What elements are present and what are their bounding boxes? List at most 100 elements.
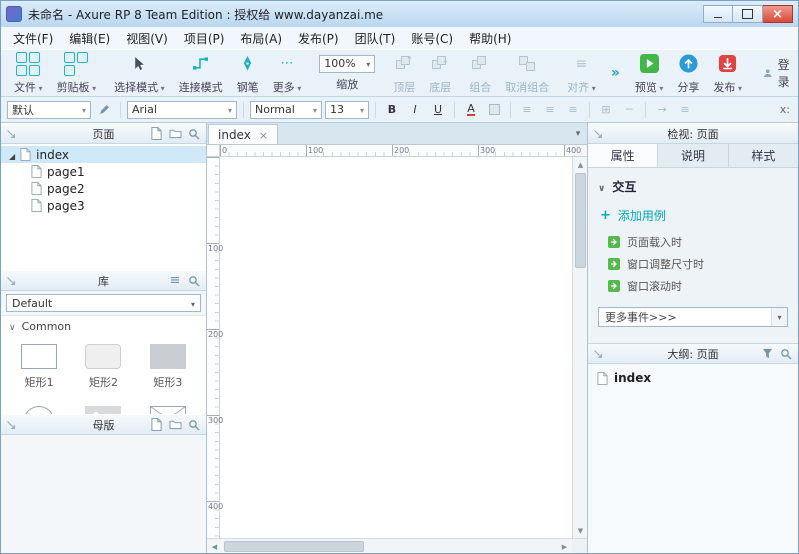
- library-shape-placeholder[interactable]: [136, 400, 200, 414]
- print-icon[interactable]: [29, 65, 40, 76]
- shape-label: 矩形1: [25, 374, 54, 390]
- library-shape-rect2[interactable]: 矩形2: [71, 338, 135, 400]
- panel-collapse-icon[interactable]: [593, 129, 603, 139]
- add-case-link[interactable]: 添加用例: [600, 207, 788, 224]
- horizontal-scrollbar[interactable]: [207, 539, 572, 553]
- add-master-icon[interactable]: [149, 418, 163, 432]
- open-file-icon[interactable]: [29, 52, 40, 63]
- tab-close-icon[interactable]: [259, 128, 268, 142]
- scroll-right-icon[interactable]: [557, 539, 572, 554]
- library-shape-image[interactable]: [71, 400, 135, 414]
- library-shape-rect3[interactable]: 矩形3: [136, 338, 200, 400]
- add-folder-icon[interactable]: [168, 418, 182, 432]
- paste-icon[interactable]: [64, 52, 75, 63]
- page-tree-item-index[interactable]: index: [1, 146, 206, 163]
- add-folder-icon[interactable]: [168, 127, 182, 141]
- menu-team[interactable]: 团队(T): [347, 28, 404, 49]
- pen-tool-button[interactable]: 钢笔: [230, 50, 266, 96]
- style-preset-select[interactable]: 默认: [7, 101, 91, 119]
- scroll-left-icon[interactable]: [207, 539, 222, 554]
- fill-color-button[interactable]: [484, 101, 504, 119]
- panel-collapse-icon[interactable]: [593, 349, 603, 359]
- ungroup-label: 取消组合: [505, 79, 549, 95]
- page-tree-item-page1[interactable]: page1: [1, 163, 206, 180]
- event-label: 窗口调整尺寸时: [627, 256, 704, 272]
- library-shape-ellipse[interactable]: [7, 400, 71, 414]
- scroll-down-icon[interactable]: [573, 523, 588, 538]
- vertical-scrollbar[interactable]: [572, 157, 587, 538]
- font-family-select[interactable]: Arial: [127, 101, 237, 119]
- shape-label: 矩形2: [89, 374, 118, 390]
- share-upload-icon: [679, 54, 698, 73]
- font-color-button[interactable]: A: [461, 101, 481, 119]
- underline-button[interactable]: U: [428, 101, 448, 119]
- maximize-button[interactable]: [733, 5, 763, 23]
- library-menu-icon[interactable]: [168, 274, 182, 288]
- toolbar-expand-button[interactable]: [603, 65, 628, 81]
- search-icon[interactable]: [779, 347, 793, 361]
- search-icon[interactable]: [187, 274, 201, 288]
- tab-style[interactable]: 样式: [729, 144, 798, 167]
- font-weight-select[interactable]: Normal: [250, 101, 322, 119]
- minimize-button[interactable]: [703, 5, 733, 23]
- add-page-icon[interactable]: [149, 127, 163, 141]
- menu-file[interactable]: 文件(F): [5, 28, 61, 49]
- login-button[interactable]: 登录: [753, 50, 799, 96]
- shape-label: 矩形3: [153, 374, 182, 390]
- share-button[interactable]: 分享: [670, 50, 706, 96]
- save-file-icon[interactable]: [16, 65, 27, 76]
- menu-arrange[interactable]: 布局(A): [232, 28, 290, 49]
- font-size-select[interactable]: 13: [325, 101, 369, 119]
- design-canvas[interactable]: [220, 157, 572, 538]
- interaction-section-header[interactable]: 交互: [598, 178, 788, 195]
- filter-funnel-icon[interactable]: [760, 347, 774, 361]
- search-icon[interactable]: [187, 418, 201, 432]
- menu-view[interactable]: 视图(V): [118, 28, 176, 49]
- page-tree-item-page3[interactable]: page3: [1, 197, 206, 214]
- panel-collapse-icon[interactable]: [6, 420, 16, 430]
- library-shape-rect1[interactable]: 矩形1: [7, 338, 71, 400]
- menu-publish[interactable]: 发布(P): [290, 28, 347, 49]
- event-window-scroll[interactable]: 窗口滚动时: [608, 278, 788, 294]
- more-tools-button[interactable]: ⋯ 更多: [266, 50, 309, 96]
- scrollbar-thumb[interactable]: [224, 541, 364, 552]
- tab-overflow-button[interactable]: [569, 123, 587, 144]
- connect-mode-button[interactable]: 连接模式: [172, 50, 230, 96]
- menu-edit[interactable]: 编辑(E): [61, 28, 118, 49]
- italic-button[interactable]: I: [405, 101, 425, 119]
- scroll-up-icon[interactable]: [573, 157, 588, 172]
- edit-style-button[interactable]: [94, 101, 114, 119]
- select-mode-button[interactable]: 选择模式: [107, 50, 172, 96]
- event-window-resize[interactable]: 窗口调整尺寸时: [608, 256, 788, 272]
- scrollbar-thumb[interactable]: [575, 173, 586, 268]
- menu-project[interactable]: 项目(P): [176, 28, 233, 49]
- library-select[interactable]: Default: [6, 294, 201, 312]
- bold-button[interactable]: B: [382, 101, 402, 119]
- new-file-icon[interactable]: [16, 52, 27, 63]
- close-button[interactable]: [763, 5, 793, 23]
- panel-collapse-icon[interactable]: [6, 276, 16, 286]
- tab-index[interactable]: index: [208, 124, 278, 144]
- clipboard-tools-group[interactable]: 剪贴板: [50, 50, 104, 96]
- file-tools-group[interactable]: 文件: [7, 50, 50, 96]
- publish-button[interactable]: 发布: [706, 50, 749, 96]
- library-section-header[interactable]: Common: [1, 316, 206, 336]
- chevron-down-icon: [771, 308, 787, 326]
- expand-arrow-icon[interactable]: [9, 148, 15, 162]
- more-events-dropdown[interactable]: 更多事件>>>: [598, 307, 788, 327]
- menu-help[interactable]: 帮助(H): [461, 28, 519, 49]
- panel-collapse-icon[interactable]: [6, 129, 16, 139]
- canvas-tabbar: index: [207, 123, 587, 145]
- search-icon[interactable]: [187, 127, 201, 141]
- tab-notes[interactable]: 说明: [658, 144, 728, 167]
- zoom-select[interactable]: 100%: [319, 55, 375, 73]
- menu-account[interactable]: 账号(C): [403, 28, 461, 49]
- page-tree-item-page2[interactable]: page2: [1, 180, 206, 197]
- x-coordinate-label: x:: [780, 103, 792, 116]
- tab-properties[interactable]: 属性: [588, 144, 658, 167]
- event-page-load[interactable]: 页面载入时: [608, 234, 788, 250]
- preview-button[interactable]: 预览: [628, 50, 671, 96]
- copy-icon[interactable]: [64, 65, 75, 76]
- cut-icon[interactable]: [77, 52, 88, 63]
- outline-item-index[interactable]: index: [588, 368, 798, 388]
